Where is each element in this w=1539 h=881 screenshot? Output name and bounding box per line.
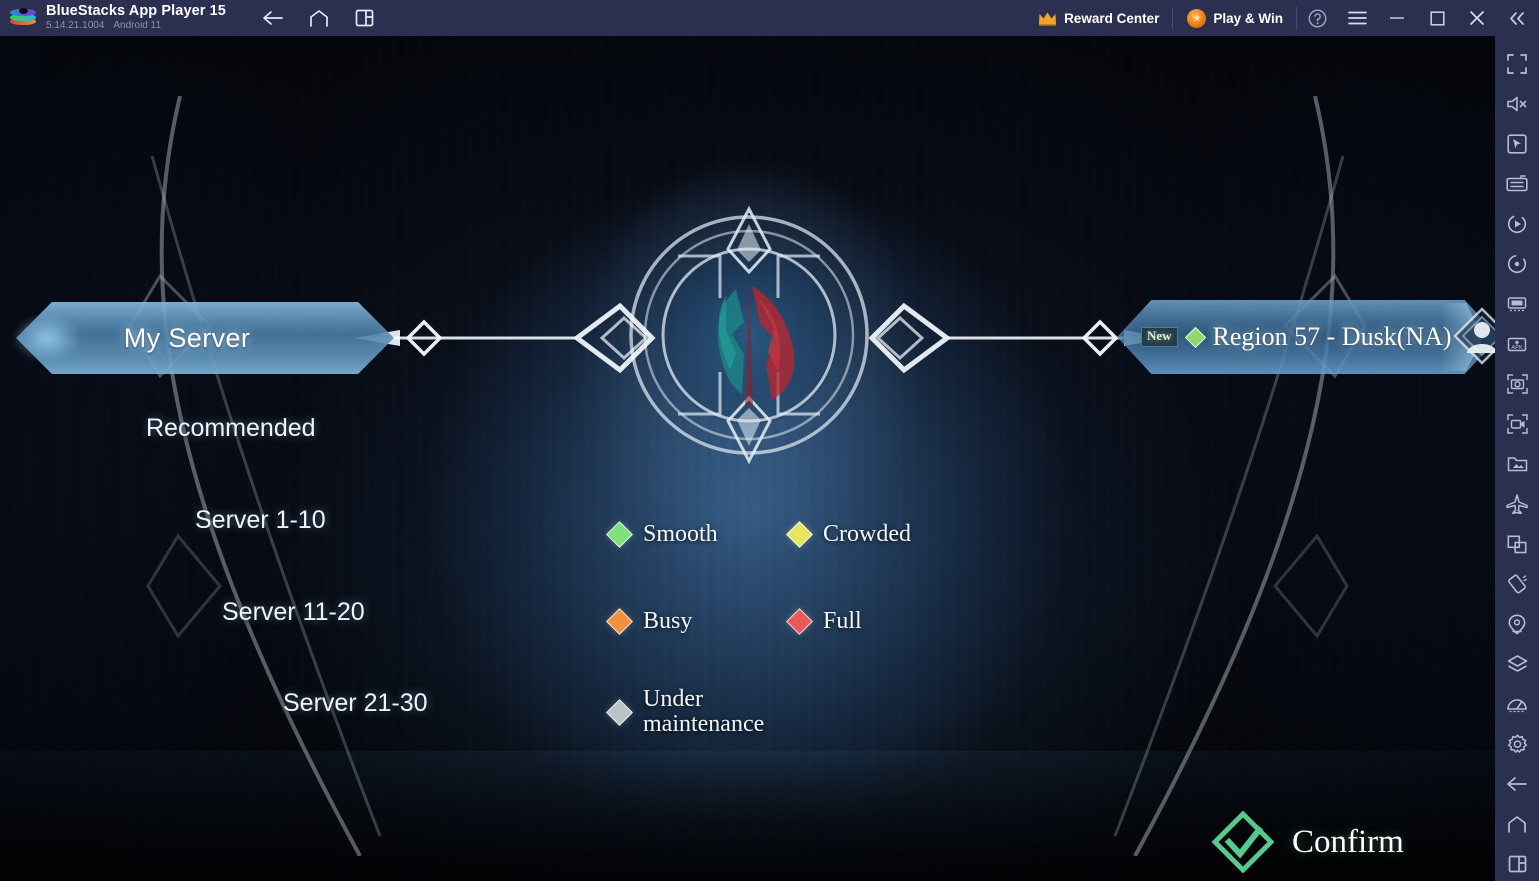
confirm-button-label: Confirm xyxy=(1292,823,1404,860)
legend-label: Smooth xyxy=(643,521,718,547)
my-server-tab-label: My Server xyxy=(123,322,251,353)
hamburger-menu-icon[interactable] xyxy=(1337,0,1377,36)
gear-icon[interactable] xyxy=(1495,724,1539,764)
my-server-tab[interactable]: My Server xyxy=(12,302,394,374)
yellow-diamond-icon xyxy=(786,521,813,549)
performance-gauge-icon[interactable] xyxy=(1495,684,1539,724)
crown-icon xyxy=(1039,12,1057,26)
legend-label: Full xyxy=(823,608,862,634)
green-diamond-icon xyxy=(606,521,633,549)
legend-item-smooth: Smooth xyxy=(606,521,718,549)
confirm-button[interactable]: Confirm xyxy=(1212,811,1404,873)
sidebar-item-server-21-30[interactable]: Server 21-30 xyxy=(283,689,428,718)
legend-item-crowded: Crowded xyxy=(786,521,911,549)
legend-item-under-maintenance: Under maintenance xyxy=(606,686,765,738)
new-badge: New xyxy=(1141,327,1178,347)
red-diamond-icon xyxy=(786,608,813,636)
legend-item-busy: Busy xyxy=(606,608,693,636)
android-version: Android 11 xyxy=(113,20,162,32)
home-icon[interactable] xyxy=(306,5,332,31)
play-and-win-button[interactable]: Play & Win xyxy=(1173,0,1297,36)
home-icon[interactable] xyxy=(1495,804,1539,844)
media-manager-icon[interactable] xyxy=(1495,444,1539,484)
sidebar-item-server-11-20[interactable]: Server 11-20 xyxy=(222,598,365,627)
bluestacks-logo-icon xyxy=(10,5,36,31)
reward-center-label: Reward Center xyxy=(1064,10,1160,26)
selected-server-banner[interactable]: New Region 57 - Dusk(NA) xyxy=(1117,300,1495,374)
background-vignette xyxy=(0,36,1495,881)
tool-sidebar: APK xyxy=(1495,36,1539,881)
orange-diamond-icon xyxy=(606,608,633,636)
sidebar-item-recommended[interactable]: Recommended xyxy=(146,414,316,443)
double-chevron-left-icon[interactable] xyxy=(1497,0,1537,36)
app-version: 5.14.21.1004 xyxy=(46,20,105,32)
record-video-icon[interactable] xyxy=(1495,404,1539,444)
layers-icon[interactable] xyxy=(1495,644,1539,684)
apk-install-icon[interactable]: APK xyxy=(1495,324,1539,364)
keyboard-icon[interactable] xyxy=(1495,164,1539,204)
rotate-icon[interactable] xyxy=(1495,244,1539,284)
reward-center-button[interactable]: Reward Center xyxy=(1024,0,1174,36)
shake-icon[interactable] xyxy=(1495,564,1539,604)
back-arrow-icon[interactable] xyxy=(260,5,286,31)
game-viewport[interactable]: My Server New Region 57 - Dusk(NA) Recom… xyxy=(0,36,1495,881)
play-and-win-label: Play & Win xyxy=(1213,10,1283,26)
multi-window-icon[interactable] xyxy=(1495,524,1539,564)
svg-text:APK: APK xyxy=(1511,345,1522,351)
legend-label: Under maintenance xyxy=(643,686,765,738)
legend-label: Crowded xyxy=(823,521,911,547)
close-icon[interactable] xyxy=(1457,0,1497,36)
green-diamond-icon xyxy=(1184,326,1206,348)
airplane-mode-icon[interactable] xyxy=(1495,484,1539,524)
player-avatar-icon[interactable] xyxy=(1451,305,1495,367)
selected-server-name: Region 57 - Dusk(NA) xyxy=(1212,322,1452,351)
app-title: BlueStacks App Player 15 xyxy=(46,3,226,20)
sidebar-item-server-1-10[interactable]: Server 1-10 xyxy=(195,506,326,535)
orange-badge-icon xyxy=(1187,8,1207,28)
screenshot-icon[interactable] xyxy=(1495,364,1539,404)
macro-play-icon[interactable] xyxy=(1495,204,1539,244)
legend-label: Busy xyxy=(643,608,693,634)
help-circle-icon[interactable] xyxy=(1297,0,1337,36)
mute-speaker-icon[interactable] xyxy=(1495,84,1539,124)
cursor-pointer-icon[interactable] xyxy=(1495,124,1539,164)
maximize-icon[interactable] xyxy=(1417,0,1457,36)
legend-item-full: Full xyxy=(786,608,862,636)
location-pin-icon[interactable] xyxy=(1495,604,1539,644)
green-check-diamond-icon xyxy=(1212,811,1274,873)
recents-icon[interactable] xyxy=(1495,844,1539,881)
multi-instance-icon[interactable] xyxy=(352,5,378,31)
back-arrow-icon[interactable] xyxy=(1495,764,1539,804)
gray-diamond-icon xyxy=(606,698,633,726)
fullscreen-icon[interactable] xyxy=(1495,44,1539,84)
minimize-icon[interactable] xyxy=(1377,0,1417,36)
titlebar: BlueStacks App Player 15 5.14.21.1004 And… xyxy=(0,0,1539,36)
eco-mode-icon[interactable] xyxy=(1495,284,1539,324)
